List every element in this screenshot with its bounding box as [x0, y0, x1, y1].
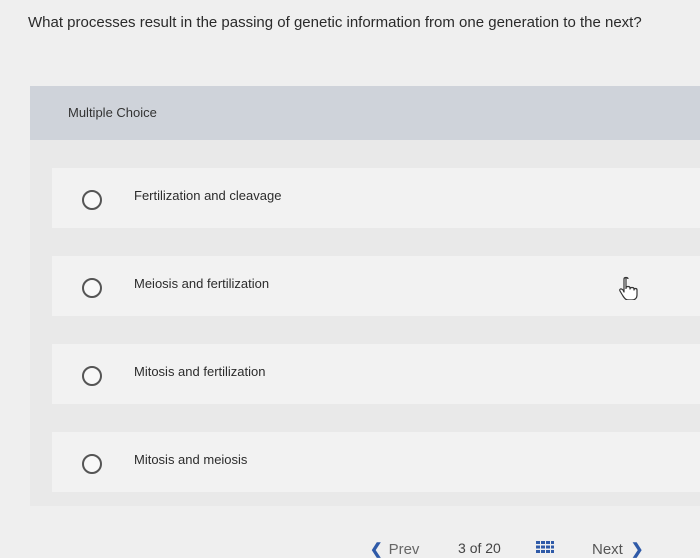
- prev-button[interactable]: ❮ Prev: [370, 540, 419, 558]
- chevron-left-icon: ❮: [370, 541, 383, 558]
- radio-button-icon[interactable]: [82, 366, 102, 386]
- prev-label: Prev: [388, 541, 420, 558]
- next-label: Next: [592, 541, 623, 558]
- chevron-right-icon: ❯: [630, 541, 644, 558]
- answer-option-label: Fertilization and cleavage: [134, 188, 282, 203]
- answer-option[interactable]: Meiosis and fertilization: [52, 256, 700, 316]
- grid-icon[interactable]: [536, 541, 554, 553]
- answer-option-label: Meiosis and fertilization: [134, 276, 270, 291]
- radio-button-icon[interactable]: [82, 190, 102, 210]
- answer-option-label: Mitosis and fertilization: [134, 364, 266, 379]
- answer-option[interactable]: Mitosis and fertilization: [52, 344, 700, 404]
- question-text: What processes result in the passing of …: [28, 14, 642, 31]
- navigation-footer: ❮ Prev 3 of 20 Next ❯: [0, 530, 700, 558]
- question-type-header: Multiple Choice: [30, 86, 700, 140]
- answer-option[interactable]: Mitosis and meiosis: [52, 432, 700, 492]
- hand-pointer-icon: [619, 276, 638, 300]
- radio-button-icon[interactable]: [82, 454, 102, 474]
- radio-button-icon[interactable]: [82, 278, 102, 298]
- answer-option-label: Mitosis and meiosis: [134, 452, 248, 467]
- answer-option[interactable]: Fertilization and cleavage: [52, 168, 700, 228]
- answer-options: Fertilization and cleavage Meiosis and f…: [30, 140, 700, 506]
- next-button[interactable]: Next ❯: [592, 540, 643, 558]
- question-type-label: Multiple Choice: [68, 105, 157, 120]
